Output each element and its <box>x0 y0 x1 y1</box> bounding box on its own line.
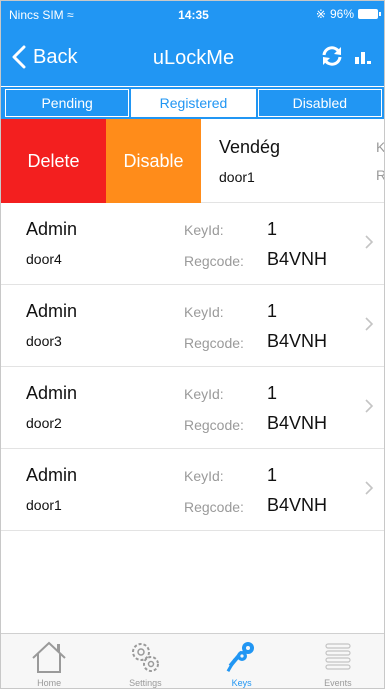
keyid-value: 1 <box>267 301 278 321</box>
regcode-label-truncated: R <box>376 167 384 183</box>
key-owner-name: Admin <box>26 383 78 403</box>
tab-keys[interactable]: Keys <box>194 634 290 688</box>
regcode-value: B4VNH <box>267 249 328 269</box>
signal-icon[interactable] <box>354 47 372 65</box>
bluetooth-icon: ※ <box>315 7 326 21</box>
segment-registered[interactable]: Registered <box>131 89 256 117</box>
refresh-icon[interactable] <box>320 45 344 67</box>
disable-button[interactable]: Disable <box>106 119 201 203</box>
keyid-value: 1 <box>267 219 278 239</box>
nav-actions <box>320 45 372 67</box>
segmented-control: Pending Registered Disabled <box>1 87 384 119</box>
door-name: door4 <box>26 251 62 267</box>
chevron-right-icon <box>365 317 374 331</box>
regcode-label: Regcode: <box>184 335 244 351</box>
swiped-list-item: Delete Disable Vendég door1 K R <box>1 119 385 203</box>
key-owner-name: Admin <box>26 465 78 485</box>
segment-pending[interactable]: Pending <box>5 89 130 117</box>
regcode-label: Regcode: <box>184 499 244 515</box>
battery-percent: 96% <box>329 7 354 21</box>
delete-button[interactable]: Delete <box>1 119 106 203</box>
tab-label: Events <box>324 678 352 688</box>
tab-label: Keys <box>231 678 252 688</box>
door-name: door1 <box>26 497 62 513</box>
keyid-label: KeyId: <box>184 222 224 238</box>
list-item[interactable]: Admin door3 KeyId: 1 Regcode: B4VNH <box>1 285 384 367</box>
tab-label: Settings <box>129 678 162 688</box>
navigation-bar: Back uLockMe <box>1 29 384 86</box>
tab-events[interactable]: Events <box>290 634 384 688</box>
app-screen: Nincs SIM ≈ 14:35 ※ 96% Back uLockMe Pen… <box>0 0 385 689</box>
list-item[interactable]: Admin door2 KeyId: 1 Regcode: B4VNH <box>1 367 384 449</box>
header: Nincs SIM ≈ 14:35 ※ 96% Back uLockMe <box>1 1 384 86</box>
regcode-value: B4VNH <box>267 331 328 351</box>
list-icon <box>325 643 351 670</box>
list-item[interactable]: Admin door1 KeyId: 1 Regcode: B4VNH <box>1 449 384 531</box>
tab-settings[interactable]: Settings <box>97 634 193 688</box>
tab-home[interactable]: Home <box>1 634 97 688</box>
regcode-label: Regcode: <box>184 417 244 433</box>
key-owner-name: Vendég <box>219 137 281 157</box>
keyid-label: KeyId: <box>184 386 224 402</box>
door-name: door2 <box>26 415 62 431</box>
chevron-right-icon <box>365 235 374 249</box>
regcode-value: B4VNH <box>267 495 328 515</box>
key-owner-name: Admin <box>26 301 78 321</box>
tab-bar: Home Settings Keys Events <box>1 633 384 688</box>
keyid-label-truncated: K <box>376 139 385 155</box>
battery-icon <box>358 9 381 19</box>
status-bar: Nincs SIM ≈ 14:35 ※ 96% <box>1 1 384 29</box>
chevron-right-icon <box>365 481 374 495</box>
keyid-label: KeyId: <box>184 304 224 320</box>
battery-indicator: ※ 96% <box>315 7 381 21</box>
gears-icon <box>132 643 160 672</box>
key-owner-name: Admin <box>26 219 78 239</box>
segment-disabled[interactable]: Disabled <box>257 89 382 117</box>
keyid-value: 1 <box>267 383 278 403</box>
regcode-label: Regcode: <box>184 253 244 269</box>
list-item[interactable]: Admin door4 KeyId: 1 Regcode: B4VNH <box>1 203 384 285</box>
door-name: door1 <box>219 169 255 185</box>
keys-icon <box>226 642 254 673</box>
door-name: door3 <box>26 333 62 349</box>
keyid-label: KeyId: <box>184 468 224 484</box>
keyid-value: 1 <box>267 465 278 485</box>
chevron-right-icon <box>365 399 374 413</box>
home-icon <box>32 641 66 673</box>
tab-label: Home <box>37 678 62 688</box>
swiped-row-content[interactable]: Vendég door1 K R <box>201 119 385 203</box>
regcode-value: B4VNH <box>267 413 328 433</box>
